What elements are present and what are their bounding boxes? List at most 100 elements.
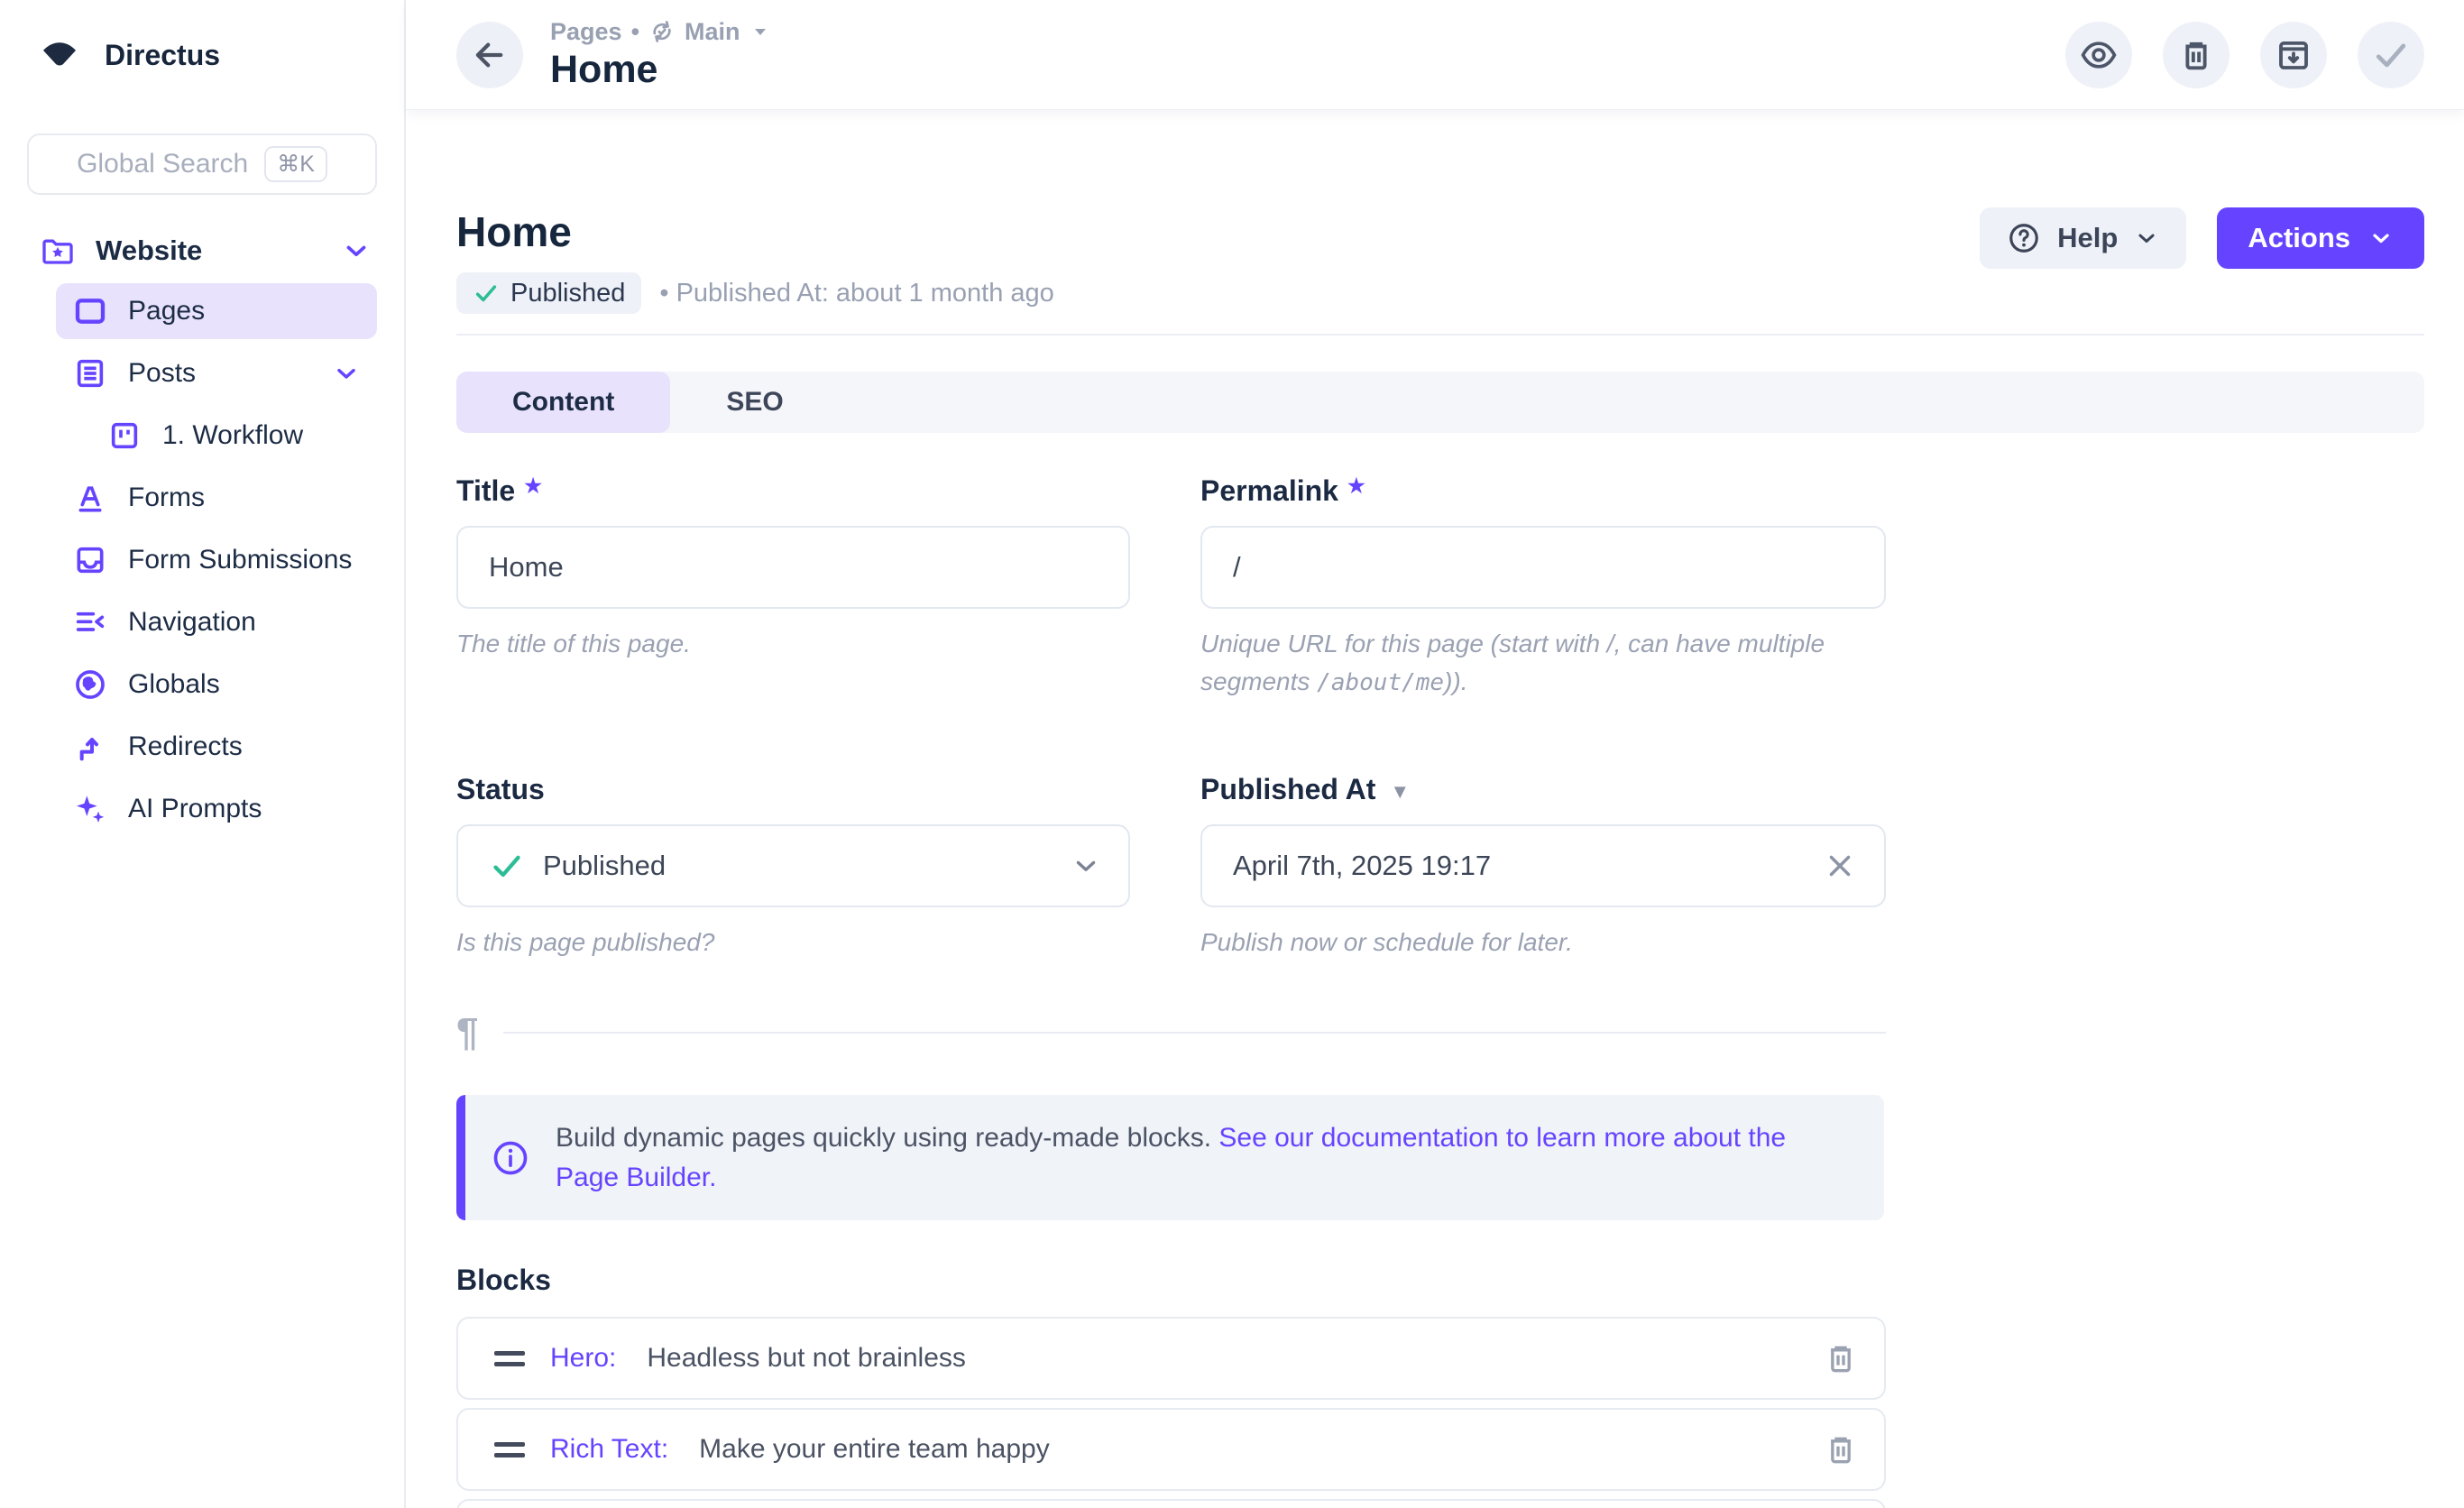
search-placeholder: Global Search — [77, 149, 248, 179]
blocks-list: Hero: Headless but not brainless Rich Te… — [456, 1317, 1886, 1508]
pilcrow-icon: ¶ — [456, 1010, 478, 1055]
caret-down-icon[interactable] — [749, 21, 771, 42]
field-status-label: Status — [456, 773, 1130, 806]
chevron-down-icon[interactable] — [341, 235, 372, 266]
chevron-down-icon[interactable] — [332, 359, 361, 388]
field-status-note: Is this page published? — [456, 924, 1130, 961]
sidebar-item-workflow[interactable]: 1. Workflow — [56, 408, 377, 464]
note-text: )). — [1444, 667, 1467, 695]
block-row-hero[interactable]: Hero: Headless but not brainless — [456, 1317, 1886, 1400]
block-type[interactable]: Hero: — [550, 1343, 616, 1374]
published-meta: • Published At: about 1 month ago — [659, 279, 1053, 308]
sidebar-item-pages[interactable]: Pages — [56, 283, 377, 339]
actions-label: Actions — [2248, 222, 2350, 254]
sidebar-nav: Pages Posts 1. Workflow — [0, 283, 404, 837]
tab-content[interactable]: Content — [456, 372, 670, 433]
field-label-text: Status — [456, 773, 545, 806]
breadcrumb[interactable]: Pages • Main — [550, 18, 771, 46]
content: Home Published • Published At: about 1 m… — [406, 110, 2464, 1508]
field-title: Title ★ The title of this page. — [456, 474, 1130, 701]
global-search-input[interactable]: Global Search ⌘K — [27, 133, 377, 195]
globe-icon — [72, 667, 108, 703]
delete-button[interactable] — [2163, 22, 2230, 88]
note-text: Unique URL for this page (start with /, … — [1200, 630, 1825, 695]
trash-icon[interactable] — [1823, 1431, 1859, 1467]
sidebar-item-navigation[interactable]: Navigation — [56, 594, 377, 650]
help-button[interactable]: Help — [1980, 207, 2186, 269]
field-status: Status Published Is this page published? — [456, 773, 1130, 961]
topbar: Pages • Main Home — [406, 0, 2464, 110]
save-button[interactable] — [2358, 22, 2424, 88]
trash-icon — [2177, 36, 2215, 74]
preview-button[interactable] — [2065, 22, 2132, 88]
breadcrumb-collection[interactable]: Pages — [550, 18, 622, 46]
field-permalink: Permalink ★ Unique URL for this page (st… — [1200, 474, 1886, 701]
sidebar-item-label: Redirects — [128, 731, 243, 762]
sidebar-section-website[interactable]: Website — [40, 233, 372, 269]
permalink-input[interactable] — [1200, 526, 1886, 609]
help-label: Help — [2057, 222, 2118, 254]
field-published-at-label: Published At ▼ — [1200, 773, 1886, 806]
note-mono-text: /about/me — [1317, 669, 1444, 696]
chevron-down-icon — [2368, 225, 2394, 251]
block-type[interactable]: Rich Text: — [550, 1434, 668, 1465]
caret-down-icon[interactable]: ▼ — [1390, 780, 1410, 804]
eye-icon — [2079, 35, 2119, 75]
blocks-heading: Blocks — [456, 1264, 2424, 1297]
sidebar-item-label: Navigation — [128, 607, 256, 638]
logo[interactable]: Directus — [0, 0, 404, 76]
field-published-at: Published At ▼ Publish now or schedule f… — [1200, 773, 1886, 961]
field-permalink-note: Unique URL for this page (start with /, … — [1200, 625, 1886, 701]
sidebar-item-ai-prompts[interactable]: AI Prompts — [56, 781, 377, 837]
title-input[interactable] — [456, 526, 1130, 609]
sidebar-item-globals[interactable]: Globals — [56, 657, 377, 713]
field-title-note: The title of this page. — [456, 625, 1130, 663]
required-star-icon: ★ — [1347, 476, 1365, 496]
required-star-icon: ★ — [524, 476, 542, 496]
version-sync-icon — [648, 18, 676, 45]
field-permalink-label: Permalink ★ — [1200, 474, 1886, 508]
topbar-title-wrap: Pages • Main Home — [550, 18, 771, 92]
tab-seo[interactable]: SEO — [670, 372, 839, 433]
field-label-text: Title — [456, 474, 515, 508]
archive-down-icon — [2275, 36, 2312, 74]
back-button[interactable] — [456, 22, 523, 88]
sidebar-item-label: Posts — [128, 358, 196, 389]
redirect-arrow-icon — [72, 729, 108, 765]
drag-handle-icon[interactable] — [494, 1351, 525, 1366]
sidebar-item-redirects[interactable]: Redirects — [56, 719, 377, 775]
status-select[interactable]: Published — [456, 824, 1130, 907]
help-circle-icon — [2007, 221, 2041, 255]
clear-x-icon[interactable] — [1823, 849, 1857, 883]
directus-logo-icon — [36, 34, 83, 76]
sidebar-item-label: Globals — [128, 669, 220, 700]
tab-bar: Content SEO — [456, 372, 2424, 433]
block-row-gallery[interactable]: Gallery: Check out some of our latest te… — [456, 1499, 1886, 1508]
arrow-left-icon — [471, 36, 509, 74]
inbox-icon — [72, 542, 108, 578]
banner-message: Build dynamic pages quickly using ready-… — [556, 1123, 1218, 1153]
check-icon — [2371, 35, 2411, 75]
trash-icon[interactable] — [1823, 1340, 1859, 1376]
breadcrumb-version[interactable]: Main — [685, 18, 740, 46]
folder-star-icon — [40, 233, 76, 269]
archive-button[interactable] — [2260, 22, 2327, 88]
sidebar: Directus Global Search ⌘K Website Pages — [0, 0, 406, 1508]
published-at-input[interactable] — [1233, 850, 1823, 882]
published-at-box — [1200, 824, 1886, 907]
article-icon — [72, 355, 108, 391]
check-icon — [489, 848, 525, 884]
main: Pages • Main Home — [406, 0, 2464, 1508]
drag-handle-icon[interactable] — [494, 1442, 525, 1457]
chevron-down-icon — [2134, 225, 2159, 251]
field-label-text: Permalink — [1200, 474, 1338, 508]
sidebar-item-forms[interactable]: Forms — [56, 470, 377, 526]
badge-row: Published • Published At: about 1 month … — [456, 272, 1054, 314]
sparkles-icon — [72, 791, 108, 827]
block-row-rich-text[interactable]: Rich Text: Make your entire team happy — [456, 1408, 1886, 1491]
actions-button[interactable]: Actions — [2217, 207, 2424, 269]
kanban-board-icon — [106, 418, 143, 454]
search-shortcut-badge: ⌘K — [264, 146, 327, 182]
sidebar-item-posts[interactable]: Posts — [56, 345, 377, 401]
sidebar-item-form-submissions[interactable]: Form Submissions — [56, 532, 377, 588]
